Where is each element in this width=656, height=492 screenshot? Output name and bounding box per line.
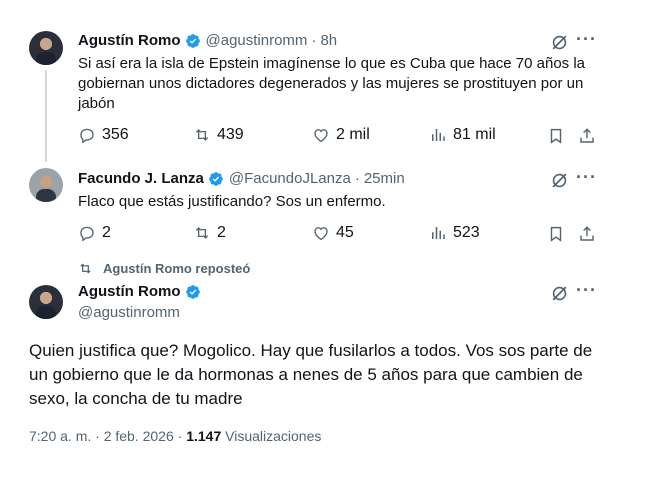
timestamp[interactable]: 25min xyxy=(364,170,405,187)
tweet-header: Agustín Romo xyxy=(78,283,206,300)
views-count: 523 xyxy=(453,224,480,241)
separator: · xyxy=(311,32,317,49)
more-icon[interactable]: ··· xyxy=(576,29,597,50)
share-icon[interactable] xyxy=(577,224,597,244)
reply-count: 2 xyxy=(102,224,111,241)
author-handle[interactable]: @agustinromm xyxy=(206,32,308,49)
repost-icon xyxy=(195,227,209,239)
verified-badge-icon xyxy=(185,33,200,48)
repost-icon xyxy=(80,263,91,274)
views-icon xyxy=(432,227,445,239)
timestamp[interactable]: 8h xyxy=(320,32,337,49)
views-button[interactable]: 523 xyxy=(429,224,480,242)
grok-icon[interactable] xyxy=(549,32,569,52)
tweet-text: Quien justifica que? Mogolico. Hay que f… xyxy=(29,341,593,408)
reply-icon xyxy=(80,128,94,144)
grok-icon[interactable] xyxy=(549,283,569,303)
repost-indicator-label: Agustín Romo reposteó xyxy=(103,261,251,276)
author-name[interactable]: Agustín Romo xyxy=(78,32,181,49)
like-button[interactable]: 45 xyxy=(312,224,354,242)
repost-count: 2 xyxy=(217,224,226,241)
like-count: 2 mil xyxy=(336,126,370,143)
share-icon[interactable] xyxy=(577,126,597,146)
reply-button[interactable]: 356 xyxy=(78,126,129,144)
avatar[interactable] xyxy=(29,168,63,202)
handle-row: @agustinromm xyxy=(78,304,180,321)
views-total: 1.147 xyxy=(186,428,222,444)
bookmark-icon[interactable] xyxy=(546,224,566,244)
like-count: 45 xyxy=(336,224,354,241)
author-name[interactable]: Facundo J. Lanza xyxy=(78,170,204,187)
verified-badge-icon xyxy=(185,284,200,299)
bookmark-icon[interactable] xyxy=(546,126,566,146)
thread-line xyxy=(45,70,47,162)
reply-icon xyxy=(80,226,94,242)
tweet-text: Si así era la isla de Epstein imagínense… xyxy=(78,55,585,112)
tweet-header: Agustín Romo @agustinromm · 8h xyxy=(78,32,337,49)
tweet-text: Flaco que estás justificando? Sos un enf… xyxy=(78,193,386,210)
tweet-header: Facundo J. Lanza @FacundoJLanza · 25min xyxy=(78,170,405,187)
author-handle[interactable]: @FacundoJLanza xyxy=(229,170,351,187)
like-icon xyxy=(314,129,328,143)
views-label: Visualizaciones xyxy=(225,428,322,444)
more-icon[interactable]: ··· xyxy=(576,280,597,301)
like-button[interactable]: 2 mil xyxy=(312,126,370,144)
tweet-datetime[interactable]: 7:20 a. m. · 2 feb. 2026 · xyxy=(29,428,182,444)
tweet-meta: 7:20 a. m. · 2 feb. 2026 · 1.147 Visuali… xyxy=(29,428,321,444)
reply-count: 356 xyxy=(102,126,129,143)
views-icon xyxy=(432,129,445,141)
avatar[interactable] xyxy=(29,31,63,65)
avatar[interactable] xyxy=(29,285,63,319)
repost-button[interactable]: 439 xyxy=(193,126,244,144)
repost-icon xyxy=(195,129,209,141)
grok-icon[interactable] xyxy=(549,170,569,190)
verified-badge-icon xyxy=(209,171,223,186)
author-handle[interactable]: @agustinromm xyxy=(78,304,180,321)
author-name[interactable]: Agustín Romo xyxy=(78,283,181,300)
views-button[interactable]: 81 mil xyxy=(429,126,496,144)
more-icon[interactable]: ··· xyxy=(576,167,597,188)
reply-button[interactable]: 2 xyxy=(78,224,111,242)
like-icon xyxy=(314,227,328,241)
separator: · xyxy=(354,170,360,187)
repost-count: 439 xyxy=(217,126,244,143)
repost-button[interactable]: 2 xyxy=(193,224,226,242)
views-count: 81 mil xyxy=(453,126,496,143)
repost-indicator[interactable]: Agustín Romo reposteó xyxy=(78,261,250,276)
